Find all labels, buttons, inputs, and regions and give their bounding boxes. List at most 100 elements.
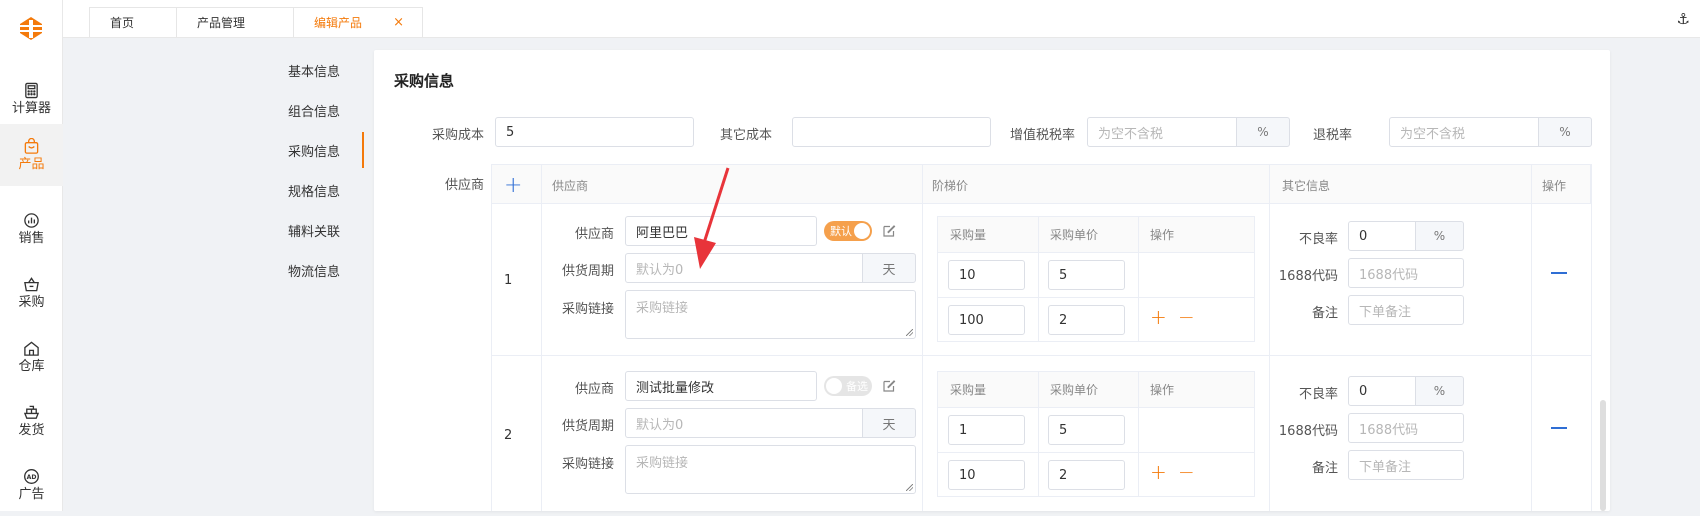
add-supplier-button[interactable]: +	[504, 165, 522, 205]
code-1688-input[interactable]: 1688代码	[1348, 413, 1464, 443]
supplier-section-label: 供应商	[444, 178, 484, 193]
defect-rate-label: 不良率	[1298, 232, 1338, 247]
warehouse-icon	[24, 341, 39, 356]
tier-qty-input[interactable]: 100	[948, 305, 1025, 335]
row-divider	[491, 355, 1591, 356]
header-tier-price: 阶梯价	[932, 178, 969, 193]
tab-edit-product[interactable]: 编辑产品 ×	[293, 7, 423, 37]
sidebar: 计算器 产品 销售 采购 仓库 发货 AD 广告	[0, 0, 63, 511]
remove-tier-button[interactable]: −	[1178, 305, 1195, 329]
row-divider	[938, 452, 1254, 453]
edit-icon[interactable]	[882, 224, 896, 238]
note-input[interactable]: 下单备注	[1348, 295, 1464, 325]
purchase-link-label: 采购链接	[561, 302, 614, 317]
table-border	[491, 164, 492, 511]
tab-home[interactable]: 首页	[89, 7, 177, 37]
tier-qty-input[interactable]: 10	[948, 460, 1025, 490]
anchor-label: 规格信息	[288, 184, 341, 200]
purchase-info-card: 采购信息 采购成本 5 其它成本 增值税税率 为空不含税 % 退税率 为空不含税…	[374, 50, 1610, 511]
row-index: 1	[504, 273, 513, 288]
anchor-label: 物流信息	[288, 264, 341, 280]
annotation-arrow-icon	[694, 167, 730, 269]
default-switch[interactable]: 默认	[824, 221, 872, 241]
tab-label: 产品管理	[197, 16, 246, 30]
tier-price-header: 采购单价	[1050, 383, 1099, 397]
note-input[interactable]: 下单备注	[1348, 450, 1464, 480]
sidebar-item-label: 仓库	[18, 359, 45, 374]
anchor-accessory[interactable]: 辅料关联	[270, 212, 364, 248]
vat-input[interactable]: 为空不含税	[1087, 117, 1237, 147]
add-tier-button[interactable]: +	[1150, 460, 1167, 484]
add-tier-button[interactable]: +	[1150, 305, 1167, 329]
code-1688-label: 1688代码	[1278, 424, 1338, 439]
tier-qty-input[interactable]: 1	[948, 415, 1025, 445]
code-1688-input[interactable]: 1688代码	[1348, 258, 1464, 288]
anchor-logistics[interactable]: 物流信息	[270, 252, 364, 288]
tab-product-management[interactable]: 产品管理	[176, 7, 294, 37]
tier-price-input[interactable]: 2	[1048, 305, 1125, 335]
tab-bar: 首页 产品管理 编辑产品 × ⚓	[63, 0, 1700, 38]
sidebar-item-shipping[interactable]: 发货	[0, 390, 63, 452]
sidebar-item-purchase[interactable]: 采购	[0, 262, 63, 324]
cost-label: 采购成本	[431, 128, 484, 143]
refund-label: 退税率	[1312, 128, 1352, 143]
supply-period-label: 供货周期	[561, 419, 614, 434]
anchor-basic-info[interactable]: 基本信息	[270, 52, 364, 88]
sidebar-item-ads[interactable]: AD 广告	[0, 454, 63, 516]
defect-suffix: %	[1415, 221, 1464, 251]
switch-label: 默认	[830, 225, 852, 238]
purchase-link-textarea[interactable]: 采购链接	[625, 445, 916, 494]
header-action: 操作	[1542, 178, 1567, 193]
anchor-label: 辅料关联	[288, 224, 341, 240]
supply-period-label: 供货周期	[561, 264, 614, 279]
anchor-combo-info[interactable]: 组合信息	[270, 92, 364, 128]
supplier-name-input[interactable]: 测试批量修改	[625, 371, 817, 401]
anchor-spec-info[interactable]: 规格信息	[270, 172, 364, 208]
row-index: 2	[504, 428, 513, 443]
anchor-purchase-info[interactable]: 采购信息	[270, 132, 364, 168]
sidebar-item-sales[interactable]: 销售	[0, 198, 63, 260]
sidebar-item-calculator[interactable]: 计算器	[0, 68, 63, 130]
anchor-label: 组合信息	[288, 104, 341, 120]
header-supplier: 供应商	[552, 178, 589, 193]
sidebar-item-warehouse[interactable]: 仓库	[0, 326, 63, 388]
defect-rate-label: 不良率	[1298, 387, 1338, 402]
remove-supplier-button[interactable]	[1551, 272, 1567, 274]
purchase-link-textarea[interactable]: 采购链接	[625, 290, 916, 339]
column-divider	[1038, 372, 1039, 496]
tier-qty-input[interactable]: 10	[948, 260, 1025, 290]
edit-icon[interactable]	[882, 379, 896, 393]
remove-supplier-button[interactable]	[1551, 427, 1567, 429]
defect-rate-input[interactable]: 0	[1348, 376, 1416, 406]
tier-price-input[interactable]: 5	[1048, 415, 1125, 445]
ship-icon	[23, 405, 40, 419]
sidebar-item-label: 发货	[18, 423, 45, 438]
defect-rate-input[interactable]: 0	[1348, 221, 1416, 251]
column-divider	[1138, 217, 1139, 341]
supply-period-input[interactable]: 默认为0	[625, 408, 863, 438]
plus-icon: +	[504, 172, 523, 198]
remove-tier-button[interactable]: −	[1178, 460, 1195, 484]
anchor-icon[interactable]: ⚓	[1677, 10, 1690, 28]
supply-period-input[interactable]: 默认为0	[625, 253, 863, 283]
logo-icon	[20, 17, 42, 40]
purchase-link-label: 采购链接	[561, 457, 614, 472]
basket-icon	[24, 277, 39, 292]
cost-input[interactable]: 5	[495, 117, 694, 147]
tab-label: 首页	[110, 16, 135, 30]
supplier-label: 供应商	[574, 227, 614, 242]
table-border	[1591, 164, 1592, 511]
default-switch[interactable]: 备选	[824, 376, 872, 396]
scrollbar[interactable]	[1600, 400, 1606, 511]
column-divider	[1038, 217, 1039, 341]
tier-price-input[interactable]: 5	[1048, 260, 1125, 290]
tier-action-header: 操作	[1150, 228, 1175, 242]
row-divider	[938, 297, 1254, 298]
sidebar-item-product[interactable]: 产品	[0, 124, 63, 186]
tier-price-input[interactable]: 2	[1048, 460, 1125, 490]
refund-input[interactable]: 为空不含税	[1389, 117, 1539, 147]
close-icon[interactable]: ×	[393, 15, 404, 30]
code-1688-label: 1688代码	[1278, 269, 1338, 284]
svg-text:AD: AD	[27, 474, 37, 481]
other-cost-input[interactable]	[792, 117, 991, 147]
